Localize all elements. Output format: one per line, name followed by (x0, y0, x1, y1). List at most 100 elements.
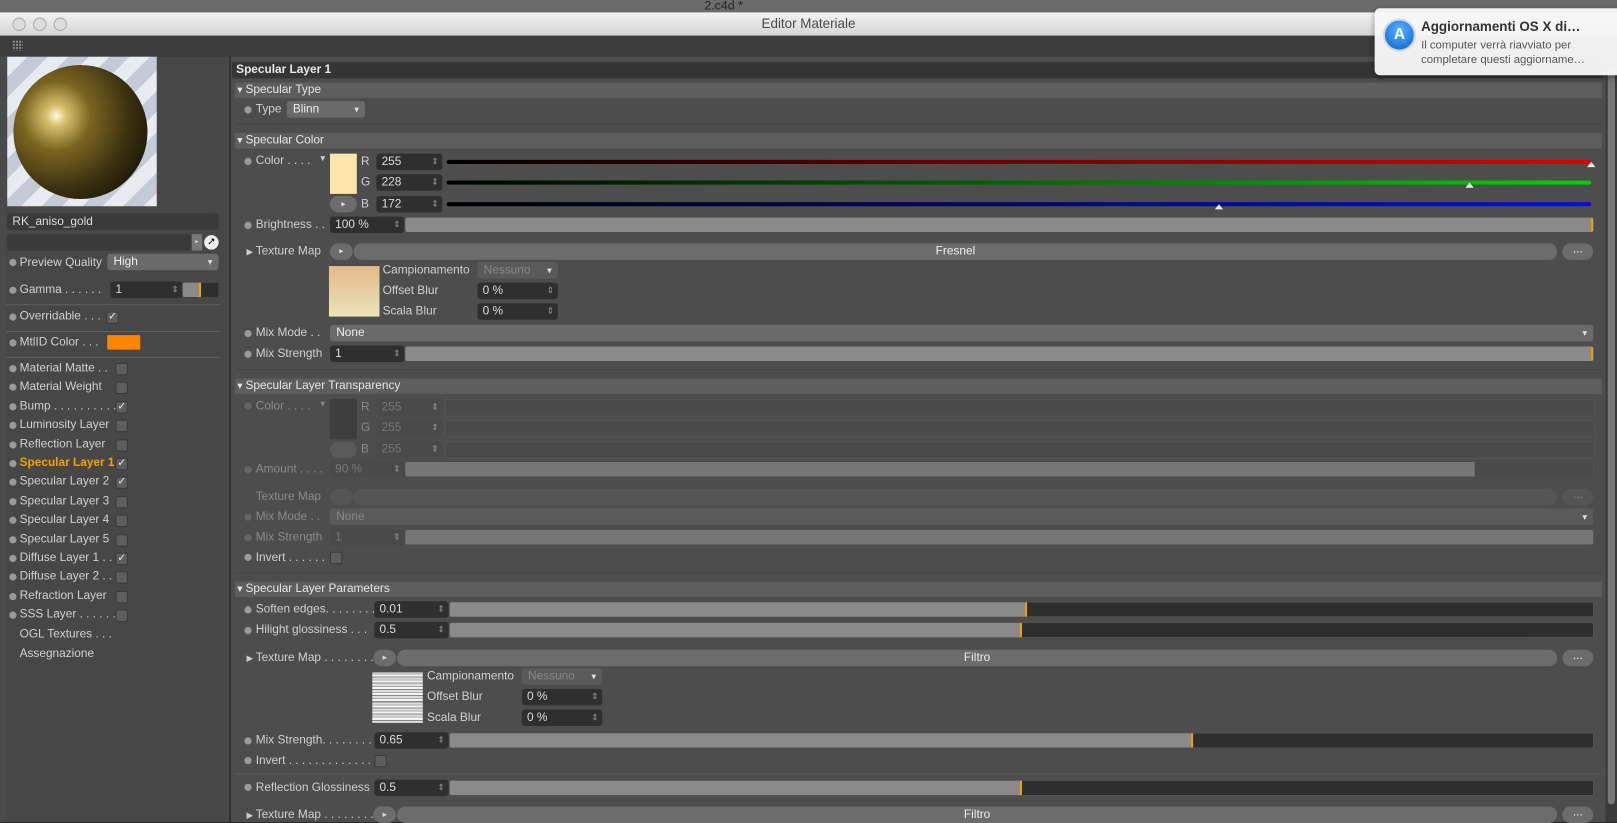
channel-label[interactable]: Specular Layer 1 (20, 455, 115, 472)
anim-dot[interactable] (9, 440, 17, 449)
anim-dot[interactable] (9, 258, 17, 267)
anim-dot[interactable] (9, 592, 17, 600)
texture-more-button[interactable]: ... (1562, 806, 1594, 823)
channel-checkbox[interactable]: ✓ (115, 457, 128, 471)
offset-blur-field[interactable]: 0 % ⇕ (521, 688, 603, 706)
channel-label[interactable]: Material Matte . . (20, 360, 108, 377)
channel-checkbox[interactable] (115, 495, 128, 509)
brightness-slider[interactable] (405, 217, 1594, 233)
color-expand-button[interactable]: ▸ (330, 195, 357, 213)
mix-strength-slider[interactable] (449, 733, 1594, 748)
anim-dot[interactable] (9, 286, 17, 294)
link-arrow-button[interactable]: ▸ (191, 234, 203, 251)
channel-checkbox[interactable] (115, 609, 128, 623)
slider-marker-icon[interactable] (1215, 204, 1224, 210)
notification[interactable]: A Aggiornamenti OS X di… Il computer ver… (1374, 8, 1617, 76)
anim-dot[interactable] (244, 534, 252, 542)
channel-checkbox[interactable] (115, 363, 128, 376)
gamma-slider[interactable] (182, 282, 219, 297)
texture-thumbnail[interactable] (328, 266, 380, 317)
scale-blur-field[interactable]: 0 % ⇕ (477, 303, 558, 320)
channel-label[interactable]: Refraction Layer (20, 588, 107, 605)
channel-label[interactable]: Reflection Layer (20, 436, 106, 453)
mix-strength-field[interactable]: 0.65 ⇕ (374, 732, 449, 749)
transparency-color-swatch[interactable] (330, 399, 357, 440)
anim-dot[interactable] (244, 756, 252, 765)
channel-label[interactable]: SSS Layer . . . . . . . (20, 607, 123, 624)
channel-label[interactable]: Material Weight (20, 379, 102, 396)
anim-dot[interactable] (9, 403, 17, 411)
channel-label[interactable]: Specular Layer 4 (20, 512, 110, 529)
brightness-field[interactable]: 100 % ⇕ (330, 216, 405, 234)
color-menu-icon[interactable]: ▼ (319, 154, 327, 163)
texture-menu-button[interactable]: ▸ (373, 806, 396, 823)
anim-dot[interactable] (9, 535, 17, 544)
texture-link-button[interactable]: Filtro (397, 806, 1558, 823)
scale-blur-field[interactable]: 0 % ⇕ (521, 709, 603, 726)
r-field[interactable]: 255 ⇕ (376, 153, 443, 171)
anim-dot[interactable] (244, 221, 252, 229)
anim-dot[interactable] (9, 365, 17, 373)
anim-dot[interactable] (244, 466, 252, 474)
anim-dot[interactable] (244, 783, 252, 791)
grip-icon[interactable] (12, 40, 23, 51)
color-expand-button[interactable] (330, 441, 357, 458)
channel-checkbox[interactable] (115, 533, 128, 547)
mix-strength-slider[interactable] (405, 346, 1594, 361)
sampling-dropdown[interactable]: Nessuno ▾ (477, 261, 558, 279)
channel-checkbox[interactable]: ✓ (115, 400, 128, 414)
slider-marker-icon[interactable] (1465, 182, 1474, 188)
mix-strength-slider[interactable] (405, 530, 1594, 545)
channel-label[interactable]: Diffuse Layer 2 . . (20, 569, 113, 586)
mtlid-color-swatch[interactable] (107, 335, 141, 350)
spinner-icon[interactable]: ⇕ (171, 282, 178, 299)
g-field[interactable]: 228 ⇕ (376, 174, 443, 191)
scrollbar[interactable] (1605, 56, 1617, 822)
channel-label[interactable]: Luminosity Layer (20, 417, 110, 434)
channel-checkbox[interactable] (115, 419, 128, 433)
assignment-label[interactable]: Assegnazione (20, 646, 95, 663)
material-name-field[interactable]: RK_aniso_gold (7, 213, 219, 230)
mix-mode-dropdown[interactable]: None ▾ (330, 508, 1594, 525)
texture-thumbnail[interactable] (372, 672, 423, 723)
b-slider[interactable] (446, 202, 1592, 210)
mix-mode-dropdown[interactable]: None ▾ (330, 324, 1594, 342)
hilight-glossiness-slider[interactable] (449, 622, 1594, 638)
expand-triangle-icon[interactable]: ▶ (246, 248, 252, 257)
texture-link-button[interactable]: Fresnel (353, 243, 1558, 260)
minimize-button[interactable] (33, 17, 47, 31)
close-button[interactable] (12, 17, 26, 31)
soften-edges-slider[interactable] (449, 602, 1594, 617)
channel-label[interactable]: Specular Layer 2 (20, 474, 110, 491)
anim-dot[interactable] (244, 606, 252, 614)
channel-checkbox[interactable] (115, 590, 128, 604)
soften-edges-field[interactable]: 0.01 ⇕ (374, 601, 449, 618)
anim-dot[interactable] (244, 157, 252, 165)
offset-blur-field[interactable]: 0 % ⇕ (477, 282, 558, 300)
channel-label[interactable]: Specular Layer 5 (20, 531, 110, 548)
pick-cursor-icon[interactable]: ➚ (204, 235, 219, 250)
texture-menu-button[interactable]: ▸ (373, 649, 396, 667)
type-dropdown[interactable]: Blinn ▾ (286, 101, 366, 118)
anim-dot[interactable] (244, 106, 252, 114)
channel-checkbox[interactable]: ✓ (115, 552, 128, 566)
anim-dot[interactable] (9, 339, 17, 347)
channel-checkbox[interactable] (115, 571, 128, 585)
anim-dot[interactable] (244, 350, 252, 358)
texture-menu-button[interactable]: ▸ (330, 243, 353, 260)
anim-dot[interactable] (9, 459, 17, 468)
anim-dot[interactable] (9, 313, 17, 321)
mix-strength-field[interactable]: 1 ⇕ (330, 529, 405, 546)
g-field[interactable]: 255 ⇕ (376, 419, 443, 437)
hilight-glossiness-field[interactable]: 0.5 ⇕ (374, 621, 449, 639)
expand-triangle-icon[interactable]: ▶ (246, 811, 252, 820)
invert-checkbox[interactable] (374, 754, 387, 768)
channel-label[interactable]: Diffuse Layer 1 . . (20, 550, 113, 567)
zoom-button[interactable] (53, 17, 68, 31)
g-slider[interactable] (444, 419, 1596, 438)
r-slider[interactable] (446, 159, 1596, 168)
ogl-textures-label[interactable]: OGL Textures . . . (20, 626, 112, 643)
channel-checkbox[interactable] (115, 438, 128, 452)
anim-dot[interactable] (244, 330, 252, 338)
material-preview[interactable] (7, 56, 157, 207)
